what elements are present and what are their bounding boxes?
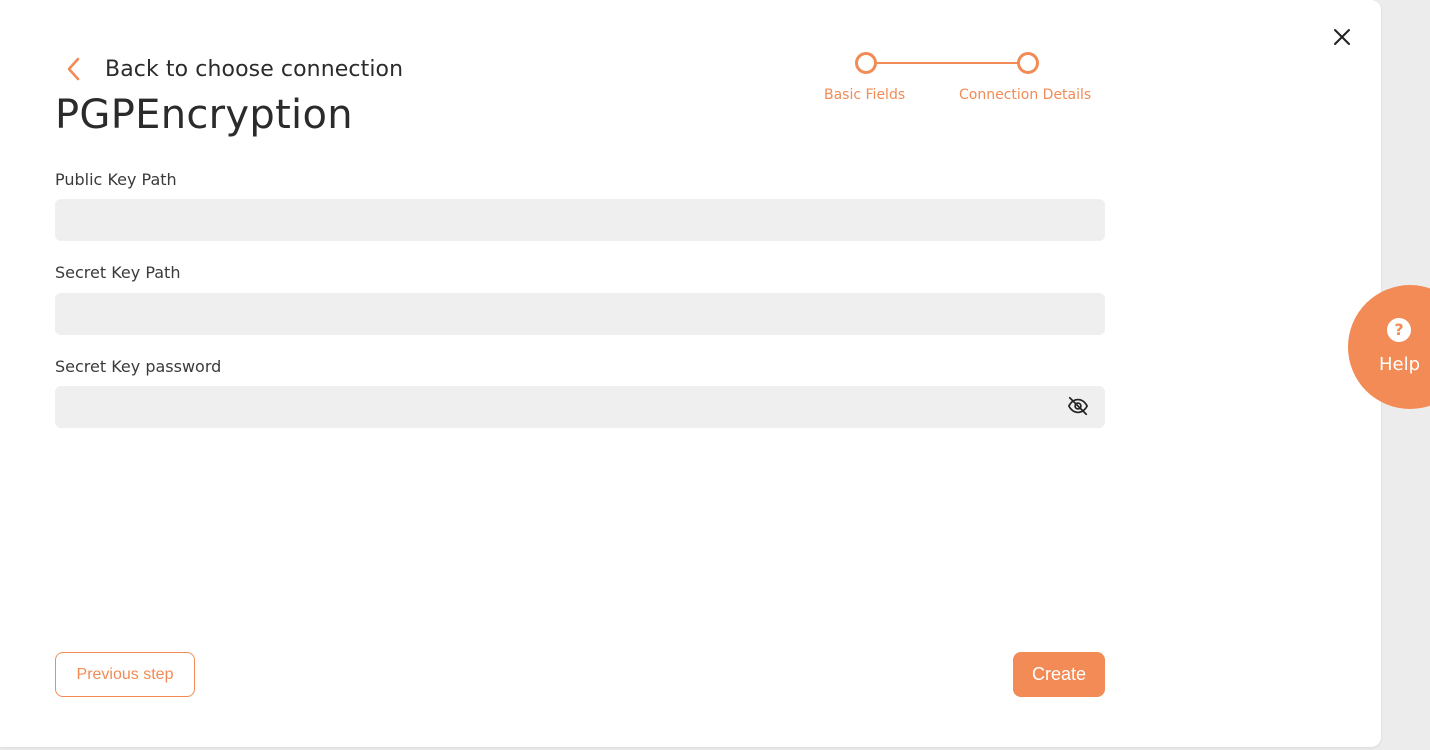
progress-stepper: Basic Fields Connection Details bbox=[820, 50, 1110, 110]
help-label: Help bbox=[1379, 354, 1421, 375]
secret-key-password-label: Secret Key password bbox=[55, 357, 222, 376]
step-indicator-connection-details bbox=[1017, 52, 1039, 74]
connection-modal: Back to choose connection PGPEncryption … bbox=[0, 0, 1381, 747]
step-indicator-basic-fields bbox=[855, 52, 877, 74]
back-link-label: Back to choose connection bbox=[105, 56, 404, 82]
secret-key-path-label: Secret Key Path bbox=[55, 263, 181, 282]
step-label-connection-details: Connection Details bbox=[959, 87, 1092, 103]
secret-key-path-input[interactable] bbox=[55, 293, 1105, 335]
close-button[interactable] bbox=[1330, 27, 1354, 51]
toggle-password-visibility-button[interactable] bbox=[1066, 396, 1090, 420]
eye-off-icon bbox=[1067, 395, 1089, 421]
public-key-path-input[interactable] bbox=[55, 199, 1105, 241]
secret-key-password-input[interactable] bbox=[55, 386, 1105, 428]
step-label-basic-fields: Basic Fields bbox=[824, 87, 906, 103]
stepper-connector-line bbox=[877, 62, 1029, 64]
previous-step-button[interactable]: Previous step bbox=[55, 652, 195, 697]
question-circle-icon: ? bbox=[1387, 318, 1411, 342]
close-icon bbox=[1333, 28, 1351, 50]
public-key-path-label: Public Key Path bbox=[55, 170, 177, 189]
back-to-choose-connection-link[interactable]: Back to choose connection bbox=[62, 54, 403, 84]
chevron-left-icon bbox=[62, 55, 84, 83]
create-button[interactable]: Create bbox=[1013, 652, 1105, 697]
page-title: PGPEncryption bbox=[55, 92, 353, 138]
